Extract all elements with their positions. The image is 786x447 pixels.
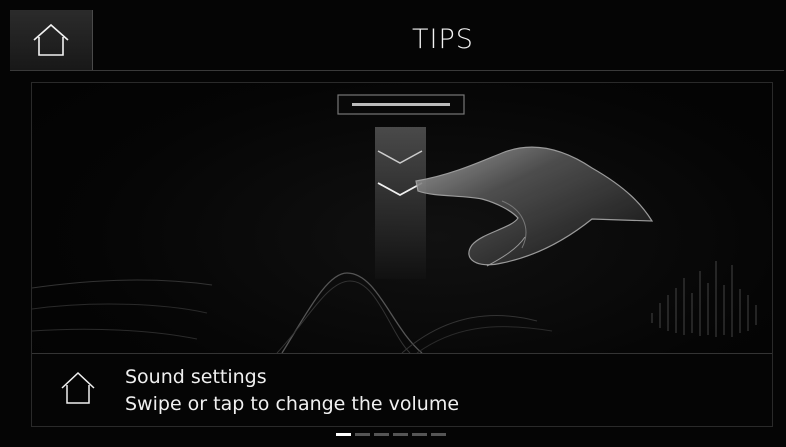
volume-gesture-illustration	[32, 94, 757, 353]
page-dot[interactable]	[412, 433, 427, 436]
home-icon	[61, 371, 95, 404]
home-button[interactable]	[10, 10, 93, 70]
page-dot[interactable]	[393, 433, 408, 436]
page-dot[interactable]	[355, 433, 370, 436]
tips-screen: TIPS Sound settings Swipe or tap to chan…	[0, 0, 786, 447]
tip-description: Swipe or tap to change the volume	[125, 393, 460, 415]
page-dot[interactable]	[374, 433, 389, 436]
home-icon	[33, 23, 69, 56]
tip-caption: Sound settings Swipe or tap to change th…	[32, 353, 772, 426]
tip-card[interactable]: Sound settings Swipe or tap to change th…	[31, 82, 773, 427]
page-title: TIPS	[412, 24, 474, 55]
tip-title: Sound settings	[125, 366, 267, 388]
page-dot-active[interactable]	[336, 433, 351, 436]
page-dot[interactable]	[431, 433, 446, 436]
page-indicator[interactable]	[336, 433, 446, 436]
header-bar: TIPS	[10, 10, 784, 71]
